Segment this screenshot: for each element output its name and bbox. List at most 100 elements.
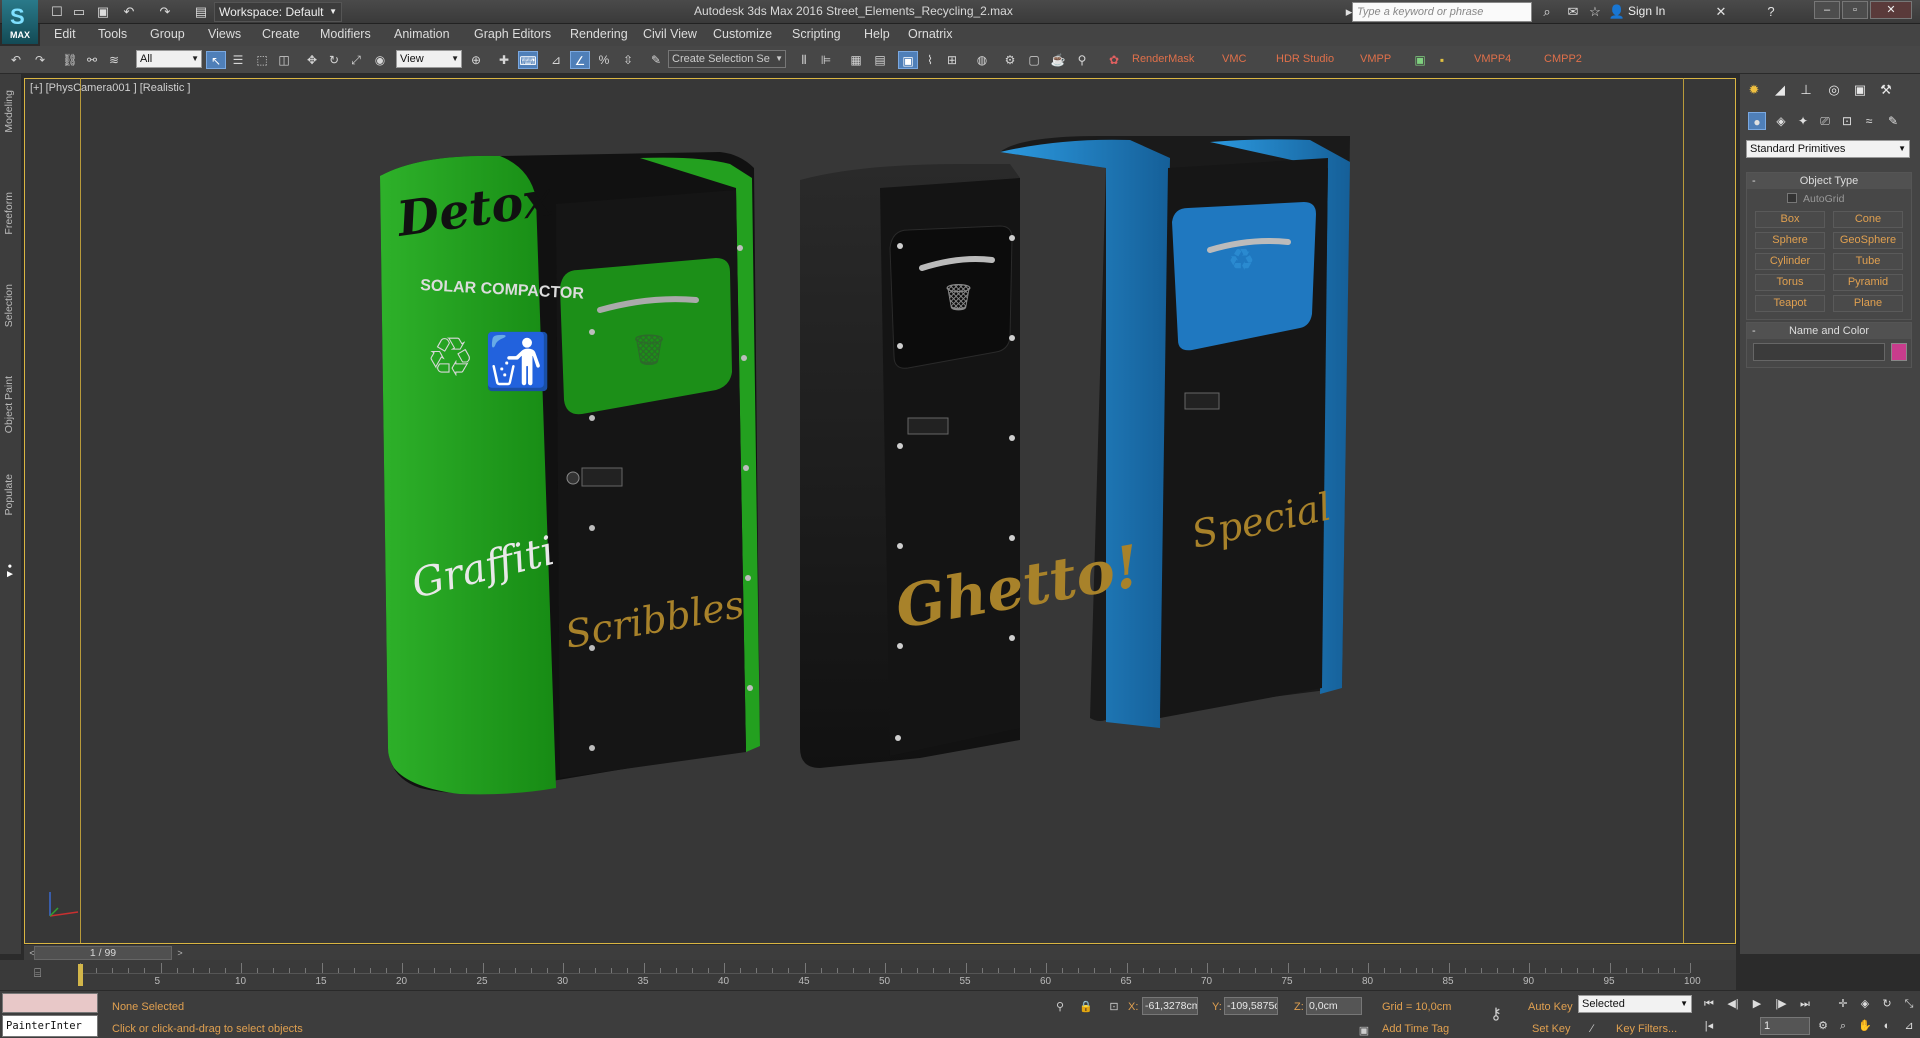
motion-tab-icon[interactable]: ◎: [1824, 80, 1844, 100]
select-manipulate-icon[interactable]: ✚: [494, 51, 514, 69]
plane-button[interactable]: Plane: [1833, 295, 1903, 312]
align-icon[interactable]: ⊫: [816, 51, 836, 69]
tube-button[interactable]: Tube: [1833, 253, 1903, 270]
maximize-viewport-icon[interactable]: ⤡: [1900, 995, 1918, 1013]
undo-icon[interactable]: ↶: [120, 3, 138, 21]
percent-snap-icon[interactable]: %: [594, 51, 614, 69]
minimize-button[interactable]: –: [1814, 1, 1840, 19]
object-name-input[interactable]: [1753, 343, 1885, 361]
trackbar[interactable]: ⌸ 5 10 15 20 25 30 35 40 45 50 55 60 65 70 75 80 85 90 95 1…: [0, 960, 1736, 990]
orbit-subobject-icon[interactable]: ↻: [1878, 995, 1896, 1013]
key-mode-toggle-icon[interactable]: |◂: [1700, 1017, 1718, 1035]
teapot-button[interactable]: Teapot: [1755, 295, 1825, 312]
ribbon-tab-object-paint[interactable]: Object Paint: [3, 376, 15, 433]
lights-icon[interactable]: ✦: [1794, 112, 1812, 130]
cylinder-button[interactable]: Cylinder: [1755, 253, 1825, 270]
go-to-end-icon[interactable]: ⏭: [1796, 995, 1814, 1013]
field-of-view-icon[interactable]: ⊿: [1900, 1017, 1918, 1035]
angle-snap-icon[interactable]: ∠: [570, 51, 590, 69]
menu-animation[interactable]: Animation: [394, 27, 450, 41]
menu-scripting[interactable]: Scripting: [792, 27, 841, 41]
undo-icon[interactable]: ↶: [6, 51, 26, 69]
ribbon-toggle-icon[interactable]: ◂•: [3, 564, 17, 582]
object-color-swatch[interactable]: [1891, 343, 1907, 361]
render-setup-icon[interactable]: ⚙: [1000, 51, 1020, 69]
key-filters-button[interactable]: Key Filters...: [1616, 1023, 1677, 1035]
pivot-center-icon[interactable]: ⊕: [466, 51, 486, 69]
menu-create[interactable]: Create: [262, 27, 300, 41]
unlink-icon[interactable]: ⚯: [82, 51, 102, 69]
add-time-tag-button[interactable]: Add Time Tag: [1382, 1023, 1449, 1035]
exchange-apps-icon[interactable]: ✕: [1712, 3, 1730, 21]
menu-civil-view[interactable]: Civil View: [643, 27, 697, 41]
pyramid-button[interactable]: Pyramid: [1833, 274, 1903, 291]
graphite-ribbon-icon[interactable]: ▣: [898, 51, 918, 69]
vmpp-button[interactable]: VMPP: [1360, 53, 1391, 65]
set-key-button[interactable]: Set Key: [1532, 1023, 1571, 1035]
current-frame-marker[interactable]: [78, 964, 83, 986]
y-coordinate-field[interactable]: -109,5875c: [1224, 997, 1278, 1015]
spinner-snap-icon[interactable]: ⇳: [618, 51, 638, 69]
redo-icon[interactable]: ↷: [30, 51, 50, 69]
previous-frame-icon[interactable]: ◀|: [1724, 995, 1742, 1013]
maxscript-listener-top[interactable]: [2, 993, 98, 1013]
geometry-icon[interactable]: ●: [1748, 112, 1766, 130]
next-frame-icon[interactable]: |▶: [1772, 995, 1790, 1013]
time-tag-icon[interactable]: ▣: [1356, 1023, 1372, 1038]
orbit-icon[interactable]: ◈: [1856, 995, 1874, 1013]
viewport-label[interactable]: [+] [PhysCamera001 ] [Realistic ]: [30, 82, 190, 94]
helpers-icon[interactable]: ⊡: [1838, 112, 1856, 130]
time-slider-thumb[interactable]: 1 / 99: [34, 946, 172, 960]
walk-through-icon[interactable]: ◐: [1878, 1017, 1896, 1035]
modify-tab-icon[interactable]: ◢: [1770, 80, 1790, 100]
material-editor-icon[interactable]: ◍: [972, 51, 992, 69]
favorites-star-icon[interactable]: ☆: [1586, 3, 1604, 21]
link-icon[interactable]: ⛓: [60, 51, 80, 69]
pan-hand-icon[interactable]: ✋: [1856, 1017, 1874, 1035]
open-file-icon[interactable]: ▭: [70, 3, 88, 21]
auto-key-button[interactable]: Auto Key: [1528, 1001, 1573, 1013]
menu-tools[interactable]: Tools: [98, 27, 127, 41]
maxscript-mini-listener[interactable]: PainterInter: [2, 1015, 98, 1037]
move-icon[interactable]: ✥: [302, 51, 322, 69]
menu-modifiers[interactable]: Modifiers: [320, 27, 371, 41]
cmpp2-button[interactable]: CMPP2: [1544, 53, 1582, 65]
vmc-button[interactable]: VMC: [1222, 53, 1246, 65]
set-keys-icon[interactable]: ∕: [1584, 1021, 1600, 1037]
workspace-dropdown[interactable]: Workspace: Default ▼: [214, 2, 342, 22]
key-mode-dropdown[interactable]: Selected ▼: [1578, 995, 1692, 1013]
app-menu-button[interactable]: S MAX: [2, 0, 38, 44]
scale-icon[interactable]: ⤢: [346, 51, 366, 69]
menu-rendering[interactable]: Rendering: [570, 27, 628, 41]
next-frame-arrow-icon[interactable]: >: [172, 946, 188, 960]
user-icon[interactable]: 👤: [1608, 3, 1626, 21]
pan-view-icon[interactable]: ✛: [1834, 995, 1852, 1013]
time-configuration-icon[interactable]: ⚙: [1814, 1017, 1832, 1035]
help-icon[interactable]: ?: [1762, 3, 1780, 21]
time-slider[interactable]: < 1 / 99 >: [24, 944, 1736, 960]
cameras-icon[interactable]: ⎚: [1816, 112, 1834, 130]
menu-graph-editors[interactable]: Graph Editors: [474, 27, 551, 41]
render-production-icon[interactable]: ☕: [1048, 51, 1068, 69]
keyboard-shortcut-override-icon[interactable]: ⌨: [518, 51, 538, 69]
placement-icon[interactable]: ◉: [370, 51, 390, 69]
recycling-bins-model[interactable]: ♻ Special 🗑 Ghetto! 🗑 Detox SOLAR COMPAC…: [360, 128, 1350, 848]
select-by-name-icon[interactable]: ☰: [228, 51, 248, 69]
named-selection-dropdown[interactable]: Create Selection Se ▼: [668, 50, 786, 68]
menu-help[interactable]: Help: [864, 27, 890, 41]
menu-edit[interactable]: Edit: [54, 27, 76, 41]
new-file-icon[interactable]: ☐: [48, 3, 66, 21]
vmpp4-button[interactable]: VMPP4: [1474, 53, 1511, 65]
autogrid-checkbox[interactable]: AutoGrid: [1787, 193, 1844, 205]
reference-coordinate-dropdown[interactable]: View ▼: [396, 50, 462, 68]
hierarchy-tab-icon[interactable]: ⊥: [1796, 80, 1816, 100]
isolate-selection-icon[interactable]: ⚲: [1052, 999, 1068, 1015]
mirror-icon[interactable]: ⫴: [794, 51, 814, 69]
maximize-button[interactable]: ▫: [1842, 1, 1868, 19]
edit-named-selection-icon[interactable]: ✎: [646, 51, 666, 69]
torus-button[interactable]: Torus: [1755, 274, 1825, 291]
layer-manager-icon[interactable]: ▦: [846, 51, 866, 69]
search-input[interactable]: Type a keyword or phrase: [1352, 2, 1532, 22]
ribbon-tab-populate[interactable]: Populate: [3, 474, 15, 515]
plugin-image-icon[interactable]: ▣: [1410, 51, 1430, 69]
